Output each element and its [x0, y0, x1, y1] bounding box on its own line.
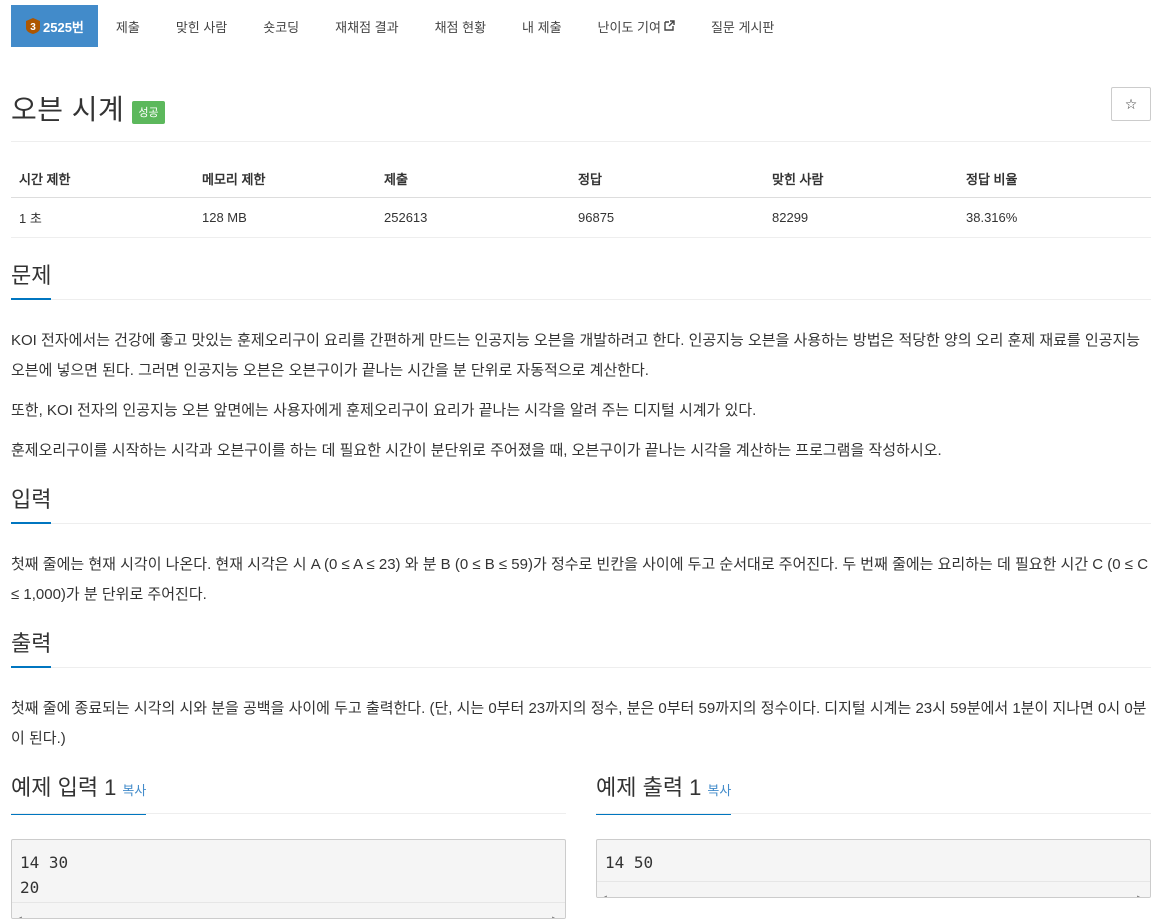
tab-solved-users[interactable]: 맞힌 사람 — [158, 5, 245, 47]
tab-judge-status[interactable]: 채점 현황 — [417, 5, 504, 47]
tab-problem-label: 2525번 — [43, 19, 84, 35]
problem-paragraph-2: 또한, KOI 전자의 인공지능 오븐 앞면에는 사용자에게 훈제오리구이 요리… — [11, 402, 757, 419]
header-time-limit: 시간 제한 — [11, 161, 194, 198]
value-memory-limit: 128 MB — [194, 197, 376, 238]
value-accepted: 96875 — [570, 197, 764, 238]
header-memory-limit: 메모리 제한 — [194, 161, 376, 198]
problem-info-table: 시간 제한 메모리 제한 제출 정답 맞힌 사람 정답 비율 1 초 128 M… — [11, 161, 1151, 238]
status-badge: 성공 — [132, 100, 165, 124]
scroll-left-icon[interactable]: ◀ — [602, 885, 607, 897]
info-header-row: 시간 제한 메모리 제한 제출 정답 맞힌 사람 정답 비율 — [11, 161, 1151, 198]
sample-output-divider — [596, 813, 1151, 814]
problem-paragraph-1: KOI 전자에서는 건강에 좋고 맛있는 훈제오리구이 요리를 간편하게 만드는… — [11, 332, 1141, 379]
output-description: 첫째 줄에 종료되는 시각의 시와 분을 공백을 사이에 두고 출력한다. (단… — [11, 694, 1151, 754]
tier-badge-icon: 3 — [26, 18, 40, 34]
tab-rejudge-results[interactable]: 재채점 결과 — [317, 5, 416, 47]
problem-section-header: 문제 — [11, 262, 1151, 300]
sample-output-header: 예제 출력 1 복사 — [596, 774, 1151, 815]
sample-input-line: 14 30 — [20, 853, 69, 872]
tab-difficulty-label: 난이도 기여 — [597, 19, 661, 35]
page-title: 오븐 시계 — [11, 94, 125, 125]
sample-input-header: 예제 입력 1 복사 — [11, 774, 566, 815]
sample-input-title: 예제 입력 1 — [11, 775, 117, 800]
input-description: 첫째 줄에는 현재 시각이 나온다. 현재 시각은 시 A (0 ≤ A ≤ 2… — [11, 550, 1151, 610]
problem-paragraph-3: 훈제오리구이를 시작하는 시각과 오븐구이를 하는 데 필요한 시간이 분단위로… — [11, 442, 942, 459]
problem-description: KOI 전자에서는 건강에 좋고 맛있는 훈제오리구이 요리를 간편하게 만드는… — [11, 326, 1151, 466]
input-heading: 입력 — [11, 486, 52, 524]
tab-submit[interactable]: 제출 — [98, 5, 158, 47]
tab-difficulty-contribution[interactable]: 난이도 기여 — [580, 5, 693, 47]
scroll-right-icon[interactable]: ▶ — [552, 906, 557, 918]
sample-input-scrollbar[interactable]: ◀ ▶ — [12, 902, 565, 918]
tab-qna-board[interactable]: 질문 게시판 — [693, 5, 792, 47]
value-time-limit: 1 초 — [11, 197, 194, 238]
problem-nav: 3 2525번 제출 맞힌 사람 숏코딩 재채점 결과 채점 현황 내 제출 난… — [11, 5, 792, 47]
tab-problem[interactable]: 3 2525번 — [11, 5, 98, 47]
scroll-left-icon[interactable]: ◀ — [17, 906, 22, 918]
tab-my-submissions[interactable]: 내 제출 — [504, 5, 580, 47]
sample-output-box[interactable]: 14 50 ◀ ▶ — [596, 839, 1151, 898]
output-heading: 출력 — [11, 630, 52, 668]
value-submissions: 252613 — [376, 197, 570, 238]
copy-output-link[interactable]: 복사 — [707, 783, 731, 798]
problem-heading: 문제 — [11, 262, 52, 300]
input-section-header: 입력 — [11, 486, 1151, 524]
sample-input-box[interactable]: 14 30 20 ◀ ▶ — [11, 839, 566, 919]
sample-output-scrollbar[interactable]: ◀ ▶ — [597, 881, 1150, 897]
header-accept-ratio: 정답 비율 — [958, 161, 1151, 198]
sample-input-heading: 예제 입력 1 복사 — [11, 774, 147, 815]
star-icon: ☆ — [1124, 95, 1138, 112]
star-button[interactable]: ☆ — [1111, 87, 1151, 121]
header-solved-users: 맞힌 사람 — [764, 161, 958, 198]
sample-output-line: 14 50 — [605, 853, 654, 872]
header-accepted: 정답 — [570, 161, 764, 198]
tier-number: 3 — [30, 22, 36, 33]
info-value-row: 1 초 128 MB 252613 96875 82299 38.316% — [11, 197, 1151, 238]
value-accept-ratio: 38.316% — [958, 197, 1151, 238]
scroll-right-icon[interactable]: ▶ — [1137, 885, 1142, 897]
sample-input-divider — [11, 813, 566, 814]
value-solved-users: 82299 — [764, 197, 958, 238]
output-section-header: 출력 — [11, 630, 1151, 668]
header-submissions: 제출 — [376, 161, 570, 198]
title-divider — [11, 141, 1151, 142]
copy-input-link[interactable]: 복사 — [122, 783, 146, 798]
sample-input-line: 20 — [20, 878, 40, 897]
sample-output-heading: 예제 출력 1 복사 — [596, 774, 732, 815]
title-row: 오븐 시계 성공 — [11, 88, 165, 128]
output-paragraph: 첫째 줄에 종료되는 시각의 시와 분을 공백을 사이에 두고 출력한다. (단… — [11, 700, 1147, 747]
external-link-icon — [664, 19, 675, 34]
sample-output-title: 예제 출력 1 — [596, 775, 702, 800]
input-paragraph: 첫째 줄에는 현재 시각이 나온다. 현재 시각은 시 A (0 ≤ A ≤ 2… — [11, 556, 1149, 603]
tab-short-coding[interactable]: 숏코딩 — [245, 5, 317, 47]
